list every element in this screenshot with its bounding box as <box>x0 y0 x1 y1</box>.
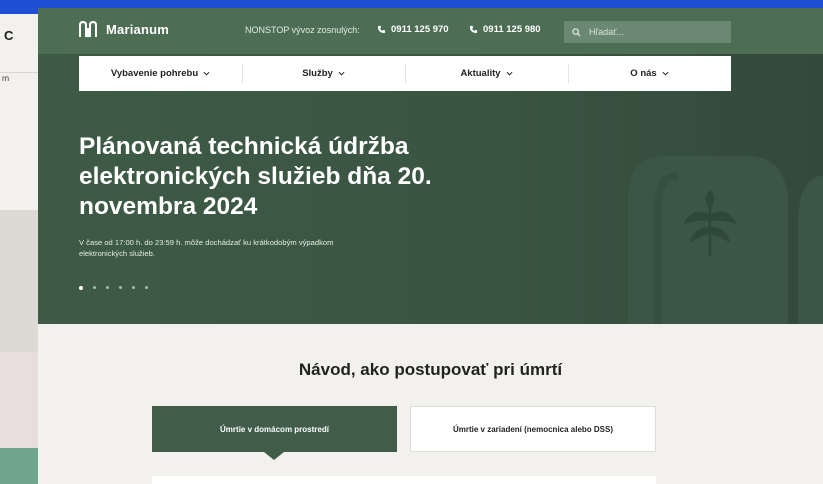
hero-title: Plánovaná technická údržba elektronickýc… <box>79 133 432 220</box>
background-window: C rn <box>0 14 38 484</box>
chevron-down-icon <box>203 71 210 76</box>
nav-item-label: Služby <box>302 68 333 79</box>
background-window-panel <box>0 448 38 484</box>
nav-item-label: O nás <box>630 68 657 79</box>
phone-number: 0911 125 970 <box>391 24 449 35</box>
carousel-dot[interactable] <box>79 285 83 290</box>
background-window-panel <box>0 352 38 448</box>
chevron-down-icon <box>506 71 513 76</box>
phone-number: 0911 125 980 <box>483 24 541 35</box>
phone-icon <box>377 25 386 34</box>
hero-description: V čase od 17:00 h. do 23:59 h. môže doch… <box>79 238 334 258</box>
logo-text: Marianum <box>106 21 170 37</box>
chevron-down-icon <box>662 71 669 76</box>
website: Marianum NONSTOP vývoz zosnulých: 0911 1… <box>38 8 823 484</box>
carousel-dot[interactable] <box>119 286 122 289</box>
carousel-dots <box>79 285 148 290</box>
section-title: Návod, ako postupovať pri úmrtí <box>298 360 563 379</box>
carousel-dot[interactable] <box>106 286 109 289</box>
tab-label: Úmrtie v domácom prostredí <box>220 424 329 434</box>
tab-content-card <box>152 476 656 484</box>
main-nav: Vybavenie pohrebu Služby Aktuality O nás <box>79 56 731 91</box>
tab-umrtie-v-zariadeni[interactable]: Úmrtie v zariadení (nemocnica alebo DSS) <box>410 406 656 452</box>
background-window-letter: C <box>4 28 14 43</box>
phone-link[interactable]: 0911 125 980 <box>469 24 541 35</box>
background-window-divider <box>0 72 38 73</box>
search-icon <box>572 27 581 37</box>
logo-mark-icon <box>78 20 100 38</box>
background-window-text: rn <box>2 74 10 83</box>
search-input[interactable] <box>587 26 731 38</box>
carousel-dot[interactable] <box>132 286 135 289</box>
phone-icon <box>469 25 478 34</box>
hero-banner: Marianum NONSTOP vývoz zosnulých: 0911 1… <box>38 8 823 324</box>
nav-item-label: Aktuality <box>460 68 501 79</box>
nav-item-aktuality[interactable]: Aktuality <box>405 56 568 91</box>
search-box[interactable] <box>564 21 731 43</box>
top-bar: Marianum NONSTOP vývoz zosnulých: 0911 1… <box>38 8 823 54</box>
phone-link[interactable]: 0911 125 970 <box>377 24 449 35</box>
carousel-dot[interactable] <box>145 286 148 289</box>
chevron-down-icon <box>338 71 345 76</box>
tab-label: Úmrtie v zariadení (nemocnica alebo DSS) <box>452 424 614 434</box>
background-window-panel <box>0 210 38 352</box>
nonstop-label: NONSTOP vývoz zosnulých: <box>245 25 360 35</box>
logo-link[interactable]: Marianum <box>78 20 169 38</box>
nav-item-sluzby[interactable]: Služby <box>242 56 405 91</box>
nav-item-label: Vybavenie pohrebu <box>110 68 199 79</box>
decorative-arch-icon <box>628 156 823 324</box>
carousel-dot[interactable] <box>93 286 96 289</box>
tab-umrtie-doma[interactable]: Úmrtie v domácom prostredí <box>152 406 397 460</box>
nav-item-vybavenie-pohrebu[interactable]: Vybavenie pohrebu <box>79 56 242 91</box>
nav-item-o-nas[interactable]: O nás <box>568 56 731 91</box>
